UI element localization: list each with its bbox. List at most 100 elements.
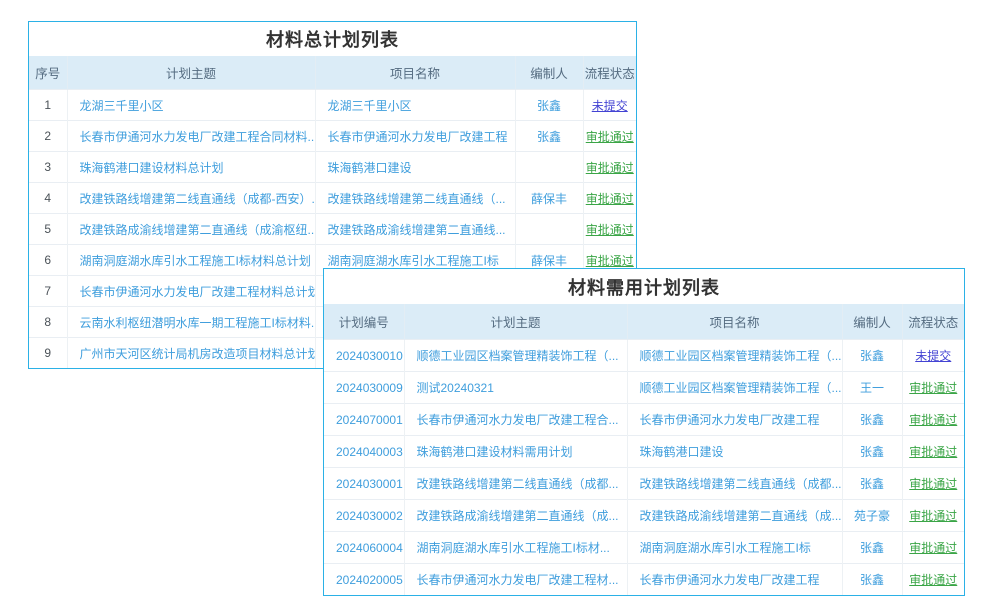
- status-link[interactable]: 未提交: [915, 349, 951, 363]
- column-header: 项目名称: [315, 56, 515, 90]
- column-header: 流程状态: [583, 56, 636, 90]
- status-link[interactable]: 审批通过: [586, 192, 634, 206]
- column-header: 计划主题: [67, 56, 315, 90]
- plan-subject-link[interactable]: 顺德工业园区档案管理精装饰工程（...: [417, 349, 619, 363]
- row-index: 6: [29, 245, 67, 276]
- project-name-link[interactable]: 顺德工业园区档案管理精装饰工程（...: [640, 381, 842, 395]
- plan-number-link[interactable]: 2024030010: [336, 349, 403, 363]
- project-name-link[interactable]: 长春市伊通河水力发电厂改建工程: [328, 130, 508, 144]
- project-name-link[interactable]: 长春市伊通河水力发电厂改建工程: [640, 573, 820, 587]
- plan-number-link[interactable]: 2024070001: [336, 413, 403, 427]
- creator-link[interactable]: 张鑫: [860, 413, 884, 427]
- row-index: 2: [29, 121, 67, 152]
- table-row[interactable]: 2024060004 湖南洞庭湖水库引水工程施工I标材... 湖南洞庭湖水库引水…: [324, 532, 964, 564]
- table-row[interactable]: 1 龙湖三千里小区 龙湖三千里小区 张鑫 未提交: [29, 90, 636, 121]
- table-row[interactable]: 3 珠海鹤港口建设材料总计划 珠海鹤港口建设 审批通过: [29, 152, 636, 183]
- total-plan-header-row: 序号 计划主题 项目名称 编制人 流程状态: [29, 56, 636, 90]
- plan-subject-link[interactable]: 长春市伊通河水力发电厂改建工程材料总计划: [80, 285, 316, 299]
- status-link[interactable]: 审批通过: [909, 381, 957, 395]
- plan-subject-link[interactable]: 改建铁路成渝线增建第二直通线（成渝枢纽...: [80, 223, 316, 237]
- plan-subject-link[interactable]: 改建铁路成渝线增建第二直通线（成...: [417, 509, 619, 523]
- creator-link[interactable]: 薛保丰: [531, 254, 567, 268]
- required-plan-list-card: 材料需用计划列表 计划编号 计划主题 项目名称 编制人 流程状态: [323, 268, 965, 596]
- row-index: 7: [29, 276, 67, 307]
- status-link[interactable]: 审批通过: [586, 223, 634, 237]
- status-link[interactable]: 审批通过: [586, 161, 634, 175]
- status-link[interactable]: 审批通过: [909, 445, 957, 459]
- plan-subject-link[interactable]: 云南水利枢纽潜明水库一期工程施工I标材料...: [80, 316, 316, 330]
- required-plan-list-title: 材料需用计划列表: [324, 269, 964, 304]
- table-row[interactable]: 2 长春市伊通河水力发电厂改建工程合同材料... 长春市伊通河水力发电厂改建工程…: [29, 121, 636, 152]
- plan-subject-link[interactable]: 长春市伊通河水力发电厂改建工程材...: [417, 573, 619, 587]
- plan-number-link[interactable]: 2024030002: [336, 509, 403, 523]
- plan-number-link[interactable]: 2024040003: [336, 445, 403, 459]
- table-row[interactable]: 2024030002 改建铁路成渝线增建第二直通线（成... 改建铁路成渝线增建…: [324, 500, 964, 532]
- required-plan-table-body: 2024030010 顺德工业园区档案管理精装饰工程（... 顺德工业园区档案管…: [324, 340, 964, 596]
- creator-link[interactable]: 张鑫: [860, 477, 884, 491]
- table-row[interactable]: 2024030001 改建铁路线增建第二线直通线（成都... 改建铁路线增建第二…: [324, 468, 964, 500]
- column-header: 流程状态: [902, 304, 964, 340]
- status-link[interactable]: 未提交: [592, 99, 628, 113]
- plan-number-link[interactable]: 2024060004: [336, 541, 403, 555]
- plan-subject-link[interactable]: 改建铁路线增建第二线直通线（成都-西安）...: [80, 192, 316, 206]
- project-name-link[interactable]: 顺德工业园区档案管理精装饰工程（...: [640, 349, 842, 363]
- plan-subject-link[interactable]: 长春市伊通河水力发电厂改建工程合...: [417, 413, 619, 427]
- project-name-link[interactable]: 珠海鹤港口建设: [328, 161, 412, 175]
- project-name-link[interactable]: 改建铁路成渝线增建第二直通线...: [328, 223, 506, 237]
- table-row[interactable]: 5 改建铁路成渝线增建第二直通线（成渝枢纽... 改建铁路成渝线增建第二直通线.…: [29, 214, 636, 245]
- column-header: 计划编号: [324, 304, 404, 340]
- creator-link[interactable]: 苑子豪: [854, 509, 890, 523]
- project-name-link[interactable]: 湖南洞庭湖水库引水工程施工I标: [328, 254, 499, 268]
- column-header: 序号: [29, 56, 67, 90]
- plan-subject-link[interactable]: 长春市伊通河水力发电厂改建工程合同材料...: [80, 130, 316, 144]
- table-row[interactable]: 2024040003 珠海鹤港口建设材料需用计划 珠海鹤港口建设 张鑫 审批通过: [324, 436, 964, 468]
- table-row[interactable]: 2024070001 长春市伊通河水力发电厂改建工程合... 长春市伊通河水力发…: [324, 404, 964, 436]
- status-link[interactable]: 审批通过: [586, 130, 634, 144]
- row-index: 8: [29, 307, 67, 338]
- status-link[interactable]: 审批通过: [909, 413, 957, 427]
- row-index: 9: [29, 338, 67, 369]
- status-link[interactable]: 审批通过: [909, 573, 957, 587]
- plan-subject-link[interactable]: 龙湖三千里小区: [80, 99, 164, 113]
- creator-link[interactable]: 张鑫: [860, 573, 884, 587]
- table-row[interactable]: 2024020005 长春市伊通河水力发电厂改建工程材... 长春市伊通河水力发…: [324, 564, 964, 596]
- row-index: 3: [29, 152, 67, 183]
- creator-link[interactable]: 张鑫: [537, 99, 561, 113]
- plan-number-link[interactable]: 2024030009: [336, 381, 403, 395]
- project-name-link[interactable]: 长春市伊通河水力发电厂改建工程: [640, 413, 820, 427]
- creator-link[interactable]: 薛保丰: [531, 192, 567, 206]
- project-name-link[interactable]: 龙湖三千里小区: [328, 99, 412, 113]
- project-name-link[interactable]: 湖南洞庭湖水库引水工程施工I标: [640, 541, 811, 555]
- plan-number-link[interactable]: 2024030001: [336, 477, 403, 491]
- creator-link[interactable]: 张鑫: [860, 445, 884, 459]
- project-name-link[interactable]: 珠海鹤港口建设: [640, 445, 724, 459]
- status-link[interactable]: 审批通过: [586, 254, 634, 268]
- project-name-link[interactable]: 改建铁路线增建第二线直通线（...: [328, 192, 506, 206]
- status-link[interactable]: 审批通过: [909, 477, 957, 491]
- total-plan-list-title: 材料总计划列表: [29, 22, 636, 56]
- creator-link[interactable]: 王一: [860, 381, 884, 395]
- table-row[interactable]: 4 改建铁路线增建第二线直通线（成都-西安）... 改建铁路线增建第二线直通线（…: [29, 183, 636, 214]
- plan-subject-link[interactable]: 湖南洞庭湖水库引水工程施工I标材...: [417, 541, 610, 555]
- plan-subject-link[interactable]: 测试20240321: [417, 381, 494, 395]
- table-row[interactable]: 2024030009 测试20240321 顺德工业园区档案管理精装饰工程（..…: [324, 372, 964, 404]
- column-header: 项目名称: [627, 304, 842, 340]
- project-name-link[interactable]: 改建铁路线增建第二线直通线（成都...: [640, 477, 842, 491]
- creator-link[interactable]: 张鑫: [537, 130, 561, 144]
- project-name-link[interactable]: 改建铁路成渝线增建第二直通线（成...: [640, 509, 842, 523]
- plan-subject-link[interactable]: 改建铁路线增建第二线直通线（成都...: [417, 477, 619, 491]
- plan-subject-link[interactable]: 湖南洞庭湖水库引水工程施工I标材料总计划: [80, 254, 311, 268]
- creator-link[interactable]: 张鑫: [860, 349, 884, 363]
- status-link[interactable]: 审批通过: [909, 541, 957, 555]
- column-header: 计划主题: [404, 304, 627, 340]
- creator-link[interactable]: 张鑫: [860, 541, 884, 555]
- column-header: 编制人: [515, 56, 583, 90]
- table-row[interactable]: 2024030010 顺德工业园区档案管理精装饰工程（... 顺德工业园区档案管…: [324, 340, 964, 372]
- plan-number-link[interactable]: 2024020005: [336, 573, 403, 587]
- page-canvas: 材料总计划列表 序号 计划主题 项目名称 编制人 流程状态: [0, 0, 1000, 600]
- plan-subject-link[interactable]: 广州市天河区统计局机房改造项目材料总计划: [80, 347, 316, 361]
- plan-subject-link[interactable]: 珠海鹤港口建设材料需用计划: [417, 445, 573, 459]
- plan-subject-link[interactable]: 珠海鹤港口建设材料总计划: [80, 161, 224, 175]
- status-link[interactable]: 审批通过: [909, 509, 957, 523]
- row-index: 1: [29, 90, 67, 121]
